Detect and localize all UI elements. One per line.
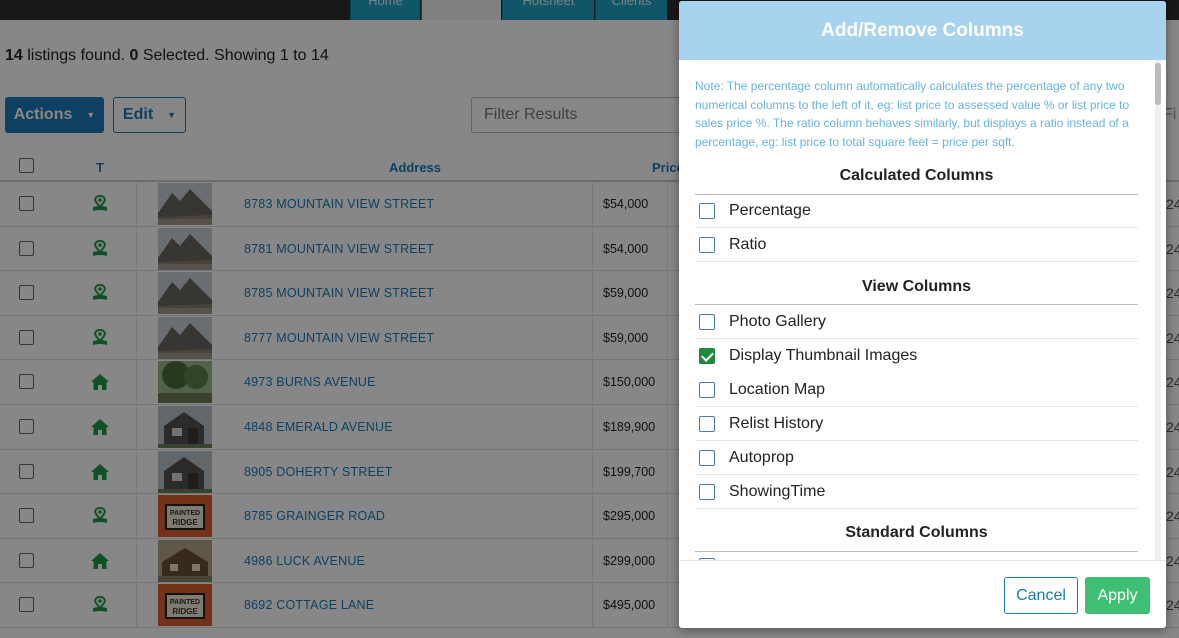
column-option-checkbox[interactable] [699,203,715,219]
column-option-checkbox[interactable] [699,382,715,398]
dialog-note: Note: The percentage column automaticall… [695,79,1130,149]
apply-button[interactable]: Apply [1085,577,1150,614]
column-option-checkbox[interactable] [699,484,715,500]
column-option-label: Photo Gallery [729,313,826,330]
column-option-label: Location Map [729,381,826,398]
divider [695,551,1138,552]
section-calculated-title: Calculated Columns [839,167,994,184]
column-option[interactable]: Photo Gallery [695,305,1138,339]
column-option-label: Display Thumbnail Images [729,347,918,364]
dialog-footer: Cancel Apply [679,560,1166,628]
dialog-title: Add/Remove Columns [679,1,1166,60]
column-option-label: ShowingTime [729,483,826,500]
column-option[interactable]: ShowingTime [695,475,1138,509]
column-option-label: Autoprop [729,449,794,466]
column-option-checkbox[interactable] [699,416,715,432]
column-option-checkbox[interactable] [699,450,715,466]
column-option-checkbox[interactable] [699,348,715,364]
column-option[interactable]: Percentage [695,194,1138,228]
dialog-scrollbar-thumb[interactable] [1155,63,1161,105]
dialog-body: Note: The percentage column automaticall… [679,60,1166,560]
dialog-scrollbar[interactable] [1155,60,1161,560]
column-option-checkbox[interactable] [699,237,715,253]
column-option-label: Percentage [729,202,811,219]
column-option-checkbox[interactable] [699,314,715,330]
column-option-label: Ratio [729,236,767,253]
column-option[interactable]: Autoprop [695,441,1138,475]
column-option[interactable]: Ratio [695,228,1138,262]
column-option[interactable]: Display Thumbnail Images [695,339,1138,373]
section-standard-title: Standard Columns [845,524,988,541]
section-view-title: View Columns [861,278,972,295]
add-remove-columns-dialog: Add/Remove Columns Note: The percentage … [679,1,1166,628]
cancel-button[interactable]: Cancel [1004,577,1078,614]
column-option[interactable]: Relist History [695,407,1138,441]
column-option-label: Relist History [729,415,824,432]
column-option[interactable]: Location Map [695,373,1138,407]
